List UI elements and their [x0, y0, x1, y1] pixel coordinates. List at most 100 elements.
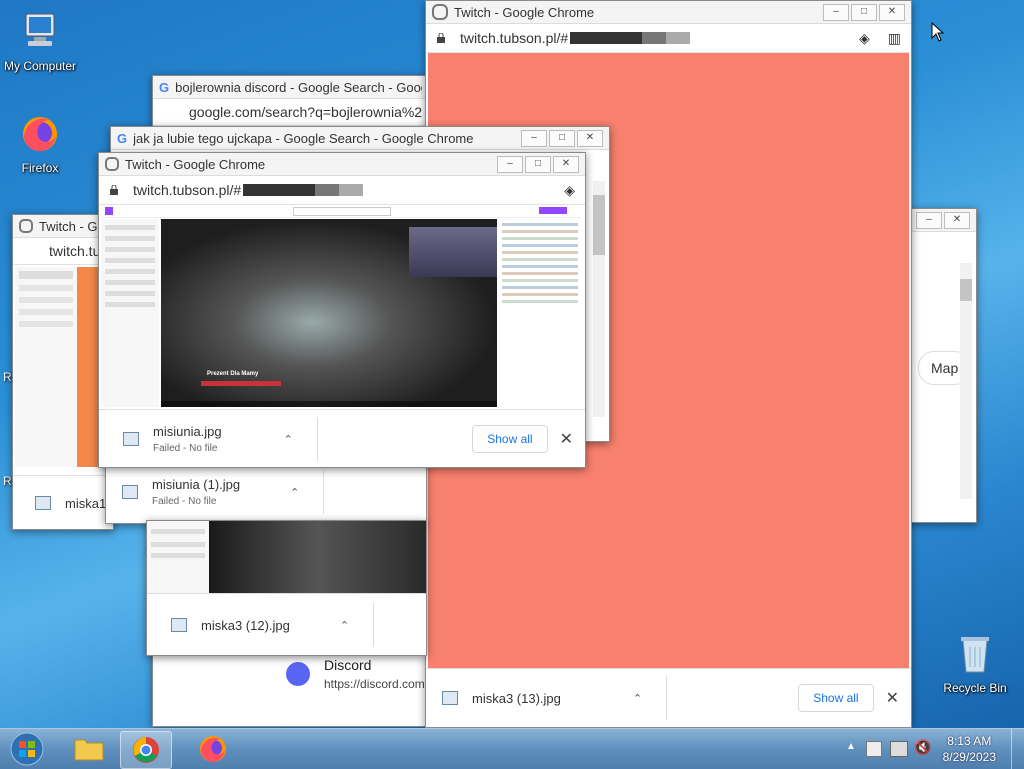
show-all-button[interactable]: Show all: [472, 425, 548, 453]
tray-action-center-icon[interactable]: [866, 741, 882, 757]
desktop-icon-my-computer[interactable]: My Computer: [0, 10, 80, 73]
result-url: https://discord.com: [324, 677, 425, 691]
maximize-button[interactable]: □: [851, 3, 877, 21]
tray-volume-muted-icon[interactable]: 🔇: [914, 739, 931, 756]
minimize-button[interactable]: –: [497, 155, 523, 173]
lock-icon: [437, 33, 445, 43]
close-button[interactable]: ✕: [944, 211, 970, 229]
folder-icon: [74, 739, 104, 761]
show-desktop-button[interactable]: [1011, 729, 1024, 769]
url-text: google.com/search?q=bojlerownia%2: [189, 104, 423, 120]
window-title: Twitch - Google Chrome: [454, 4, 595, 20]
file-icon: [442, 691, 458, 705]
result-title: Discord: [324, 657, 372, 673]
scrollbar[interactable]: [960, 263, 972, 499]
desktop-icon-recycle-bin[interactable]: Recycle Bin: [935, 632, 1015, 695]
discord-icon: [286, 662, 310, 686]
desktop-icon-label: Recycle Bin: [943, 681, 1007, 695]
partial-desktop-label: R: [3, 474, 12, 488]
window-download-bar-2[interactable]: misiunia (1).jpg Failed - No file ⌃: [105, 460, 427, 524]
webcam-overlay: [409, 227, 497, 277]
taskbar-firefox-button[interactable]: [188, 731, 238, 767]
window-stream-behind[interactable]: miska3 (12).jpg ⌃: [146, 520, 427, 656]
twitch-sidebar: [101, 219, 159, 407]
desktop-icon-label: My Computer: [3, 59, 77, 73]
twitch-page[interactable]: Prezent Dla Mamy: [101, 205, 581, 407]
player-controls[interactable]: [161, 401, 497, 407]
close-button[interactable]: ✕: [577, 129, 603, 147]
minimize-button[interactable]: –: [521, 129, 547, 147]
twitch-logo-icon: [105, 207, 113, 215]
start-button[interactable]: [2, 731, 52, 767]
title-bar[interactable]: G bojlerownia discord - Google Search - …: [153, 76, 428, 99]
clock-time: 8:13 AM: [947, 734, 992, 748]
url-text: twitch.tubson.pl/#: [460, 30, 569, 46]
redacted-url: [570, 32, 691, 44]
address-bar[interactable]: twitch.tubson.pl/# ◈: [99, 176, 585, 205]
stream-video[interactable]: [209, 521, 426, 593]
download-item[interactable]: misiunia (1).jpg Failed - No file ⌃: [152, 477, 299, 507]
window-title: Twitch - Google Chrome: [125, 156, 266, 172]
desktop-icon-label: Firefox: [21, 161, 59, 175]
twitch-topnav: [101, 205, 581, 218]
close-button[interactable]: ✕: [553, 155, 579, 173]
download-bar: misiunia.jpg Failed - No file ⌃ Show all…: [99, 409, 585, 467]
chevron-up-icon[interactable]: ⌃: [340, 619, 349, 632]
stream-progress-bar: [201, 381, 281, 386]
close-download-bar-button[interactable]: ✕: [886, 688, 899, 708]
address-bar[interactable]: google.com/search?q=bojlerownia%2: [153, 99, 428, 126]
twitch-sidebar-thumbnail: [147, 521, 209, 593]
mouse-cursor-icon: [931, 22, 945, 42]
title-bar[interactable]: Twitch - Google Chrome – □ ✕: [99, 153, 585, 176]
windows-logo-icon: [10, 732, 44, 766]
system-clock[interactable]: 8:13 AM 8/29/2023: [943, 733, 996, 765]
maximize-button[interactable]: □: [525, 155, 551, 173]
google-icon: G: [117, 130, 128, 146]
download-filename: miska3 (13).jpg: [472, 690, 561, 706]
show-all-button[interactable]: Show all: [798, 684, 874, 712]
taskbar-explorer-button[interactable]: [64, 731, 114, 767]
minimize-button[interactable]: –: [823, 3, 849, 21]
url-text: twitch.tu: [49, 243, 101, 259]
address-bar[interactable]: twitch.tubson.pl/# ◈ ▥: [426, 24, 911, 53]
chevron-up-icon[interactable]: ⌃: [290, 486, 299, 499]
download-filename: misiunia.jpg: [153, 424, 222, 439]
firefox-icon: [200, 736, 226, 762]
minimize-button[interactable]: –: [916, 211, 942, 229]
sidebar-icon[interactable]: ▥: [888, 30, 901, 47]
chevron-up-icon[interactable]: ⌃: [284, 433, 293, 446]
download-filename: miska3 (12).jpg: [201, 617, 290, 633]
google-icon: G: [159, 79, 170, 95]
close-download-bar-button[interactable]: ✕: [560, 429, 573, 449]
download-bar: miska3 (13).jpg ⌃ Show all ✕: [426, 668, 911, 727]
twitch-signup-button[interactable]: [539, 207, 567, 214]
title-bar[interactable]: Twitch - Google Chrome – □ ✕: [426, 1, 911, 24]
window-title: Twitch - Goo: [39, 218, 107, 234]
download-filename[interactable]: miska1: [65, 496, 106, 511]
maximize-button[interactable]: □: [549, 129, 575, 147]
window-title: jak ja lubie tego ujckapa - Google Searc…: [133, 130, 474, 146]
download-item[interactable]: miska3 (13).jpg ⌃: [472, 691, 642, 706]
extension-icon[interactable]: ◈: [859, 30, 870, 47]
window-title: bojlerownia discord - Google Search - Go…: [175, 79, 422, 95]
close-button[interactable]: ✕: [879, 3, 905, 21]
scrollbar[interactable]: [593, 181, 605, 417]
chrome-icon: [19, 219, 33, 233]
download-item[interactable]: miska3 (12).jpg ⌃: [201, 618, 349, 633]
taskbar-chrome-button[interactable]: [120, 731, 172, 769]
taskbar: ▲ 🔇 8:13 AM 8/29/2023: [0, 728, 1024, 769]
download-item[interactable]: misiunia.jpg Failed - No file ⌃: [153, 424, 293, 454]
chrome-icon: [105, 157, 119, 171]
url-text: twitch.tubson.pl/#: [133, 182, 242, 198]
twitch-search-input[interactable]: [293, 207, 391, 216]
extension-icon[interactable]: ◈: [564, 182, 575, 199]
computer-icon: [25, 13, 55, 46]
firefox-icon: [23, 117, 57, 152]
stream-video[interactable]: Prezent Dla Mamy: [161, 219, 497, 407]
tray-show-hidden-icon[interactable]: ▲: [846, 741, 856, 752]
chevron-up-icon[interactable]: ⌃: [633, 692, 642, 705]
title-bar[interactable]: G jak ja lubie tego ujckapa - Google Sea…: [111, 127, 609, 150]
tray-network-icon[interactable]: [890, 741, 908, 757]
desktop-icon-firefox[interactable]: Firefox: [0, 112, 80, 175]
window-twitch-front[interactable]: Twitch - Google Chrome – □ ✕ twitch.tubs…: [98, 152, 586, 468]
